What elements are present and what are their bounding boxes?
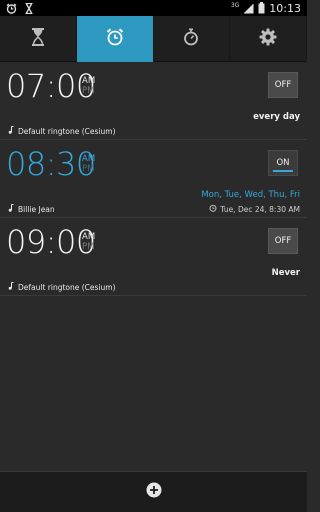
- tab-stopwatch[interactable]: [154, 16, 231, 62]
- repeat-days[interactable]: Mon, Tue, Wed, Thu, Fri: [201, 190, 300, 200]
- tab-timer[interactable]: [0, 16, 77, 62]
- music-note-icon: [8, 282, 14, 292]
- tab-bar: [0, 16, 307, 62]
- tab-alarm[interactable]: [76, 16, 154, 62]
- am-pm-indicator: AM PM: [82, 76, 95, 96]
- hourglass-icon: [31, 28, 45, 50]
- tab-settings[interactable]: [230, 16, 307, 62]
- music-note-icon: [8, 204, 14, 214]
- ringtone[interactable]: Billie Jean: [8, 204, 55, 214]
- alarm-toggle[interactable]: OFF: [268, 228, 298, 254]
- ringtone-label: Default ringtone (Cesium): [18, 126, 116, 136]
- am-label: AM: [82, 232, 96, 242]
- battery-icon: [258, 0, 265, 18]
- am-pm-indicator: AM PM: [82, 154, 95, 174]
- status-time: 10:13: [269, 1, 301, 15]
- bottom-action-bar: [0, 471, 307, 512]
- alarm-toggle[interactable]: ON: [268, 150, 298, 176]
- signal-icon: [243, 0, 254, 18]
- next-alarm: Tue, Dec 24, 8:30 AM: [209, 204, 300, 214]
- alarm-small-icon: [209, 204, 217, 214]
- music-note-icon: [8, 126, 14, 136]
- ringtone-label: Billie Jean: [18, 204, 55, 214]
- ringtone-label: Default ringtone (Cesium): [18, 282, 116, 292]
- stopwatch-icon: [183, 28, 199, 50]
- alarm-item[interactable]: 09:00 AM PM OFF Never Default ringtone (…: [0, 219, 307, 296]
- gear-icon: [259, 28, 277, 50]
- am-label: AM: [82, 154, 96, 164]
- alarm-item[interactable]: 08:30 AM PM ON Mon, Tue, Wed, Thu, Fri B…: [0, 141, 307, 218]
- add-alarm-button[interactable]: [146, 482, 162, 502]
- hourglass-icon: [25, 0, 33, 18]
- ringtone[interactable]: Default ringtone (Cesium): [8, 282, 116, 292]
- am-pm-indicator: AM PM: [82, 232, 95, 252]
- pm-label: PM: [82, 86, 95, 96]
- alarm-icon: [6, 0, 17, 18]
- alarm-toggle[interactable]: OFF: [268, 72, 298, 98]
- add-circle-icon: [146, 482, 162, 502]
- repeat-days[interactable]: every day: [253, 112, 300, 122]
- status-bar: 3G 10:13: [0, 0, 307, 16]
- alarm-clock-icon: [105, 27, 125, 51]
- next-alarm-label: Tue, Dec 24, 8:30 AM: [220, 204, 300, 214]
- pm-label: PM: [82, 242, 95, 252]
- network-type-label: 3G: [230, 1, 240, 9]
- alarm-item[interactable]: 07:00 AM PM OFF every day Default ringto…: [0, 63, 307, 140]
- ringtone[interactable]: Default ringtone (Cesium): [8, 126, 116, 136]
- repeat-days[interactable]: Never: [272, 268, 300, 278]
- am-label: AM: [82, 76, 96, 86]
- pm-label: PM: [82, 164, 95, 174]
